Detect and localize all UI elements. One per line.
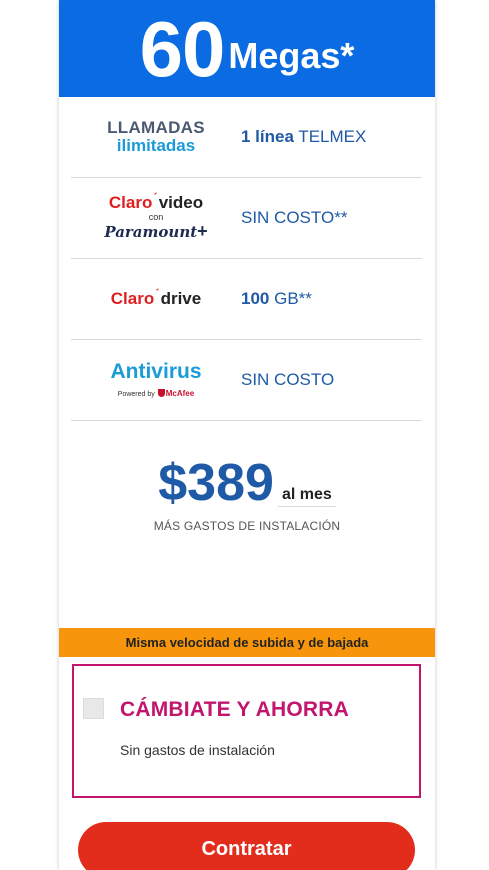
speed-value: 60 [139,4,226,93]
claro-brand-text: Claro [108,192,153,212]
promo-subtitle: Sin gastos de instalación [120,742,275,758]
feature-row-llamadas: LLAMADAS ilimitadas 1 línea TELMEX [71,97,422,178]
speed-banner: Misma velocidad de subida y de bajada [59,628,435,657]
paramount-plus-icon: + [197,221,208,242]
feature-text-rest: TELMEX [293,127,367,146]
claro-drive-logo: Claro ˊ drive [71,286,241,309]
antivirus-logo-name: Antivirus [110,359,202,383]
feature-row-claro-video: Claro ˊ video con Paramount+ SIN COSTO** [71,178,422,259]
antivirus-powered-by: Powered by [117,390,155,398]
price-block: $389 al mes MÁS GASTOS DE INSTALACIÓN [59,457,435,533]
paramount-text: Paramount [104,223,198,242]
promo-box: CÁMBIATE Y AHORRA Sin gastos de instalac… [72,664,421,798]
claro-video-con: con [148,211,164,222]
promo-checkbox[interactable] [83,698,104,719]
feature-text-rest: SIN COSTO** [241,208,348,227]
feature-row-claro-drive: Claro ˊ drive 100 GB** [71,259,422,340]
mcafee-text: McAfee [165,388,195,398]
feature-text-antivirus: SIN COSTO [241,370,334,390]
llamadas-logo-line1: LLAMADAS [107,118,205,138]
contratar-button[interactable]: Contratar [78,822,415,870]
mcafee-shield-icon [157,388,165,397]
promo-title: CÁMBIATE Y AHORRA [120,698,349,721]
claro-tick-icon: ˊ [153,189,158,205]
claro-brand-text: Claro [110,289,155,308]
claro-video-product: video [158,192,204,212]
feature-text-bold: 100 [241,289,270,308]
plan-header: 60 Megas* [59,0,435,97]
claro-video-logo: Claro ˊ video con Paramount+ [71,189,241,242]
feature-text-rest: GB** [269,289,312,308]
features-list: LLAMADAS ilimitadas 1 línea TELMEX Claro… [71,97,422,421]
feature-text-claro-video: SIN COSTO** [241,208,347,228]
price-period: al mes [277,486,336,507]
claro-tick-icon: ˊ [155,286,160,301]
feature-text-bold: 1 línea [241,127,294,146]
antivirus-logo: Antivirus Powered by McAfee [71,360,241,401]
llamadas-logo-line2: ilimitadas [116,136,196,155]
llamadas-logo: LLAMADAS ilimitadas [71,119,241,155]
feature-text-llamadas: 1 línea TELMEX [241,127,366,147]
feature-text-claro-drive: 100 GB** [241,289,312,309]
feature-text-rest: SIN COSTO [241,370,335,389]
speed-unit: Megas* [228,34,355,76]
price-note: MÁS GASTOS DE INSTALACIÓN [153,519,341,533]
price-amount: $389 [158,454,274,512]
claro-drive-product: drive [160,289,202,308]
plan-card: 60 Megas* LLAMADAS ilimitadas 1 línea TE… [59,0,435,870]
feature-row-antivirus: Antivirus Powered by McAfee SIN COSTO [71,340,422,421]
